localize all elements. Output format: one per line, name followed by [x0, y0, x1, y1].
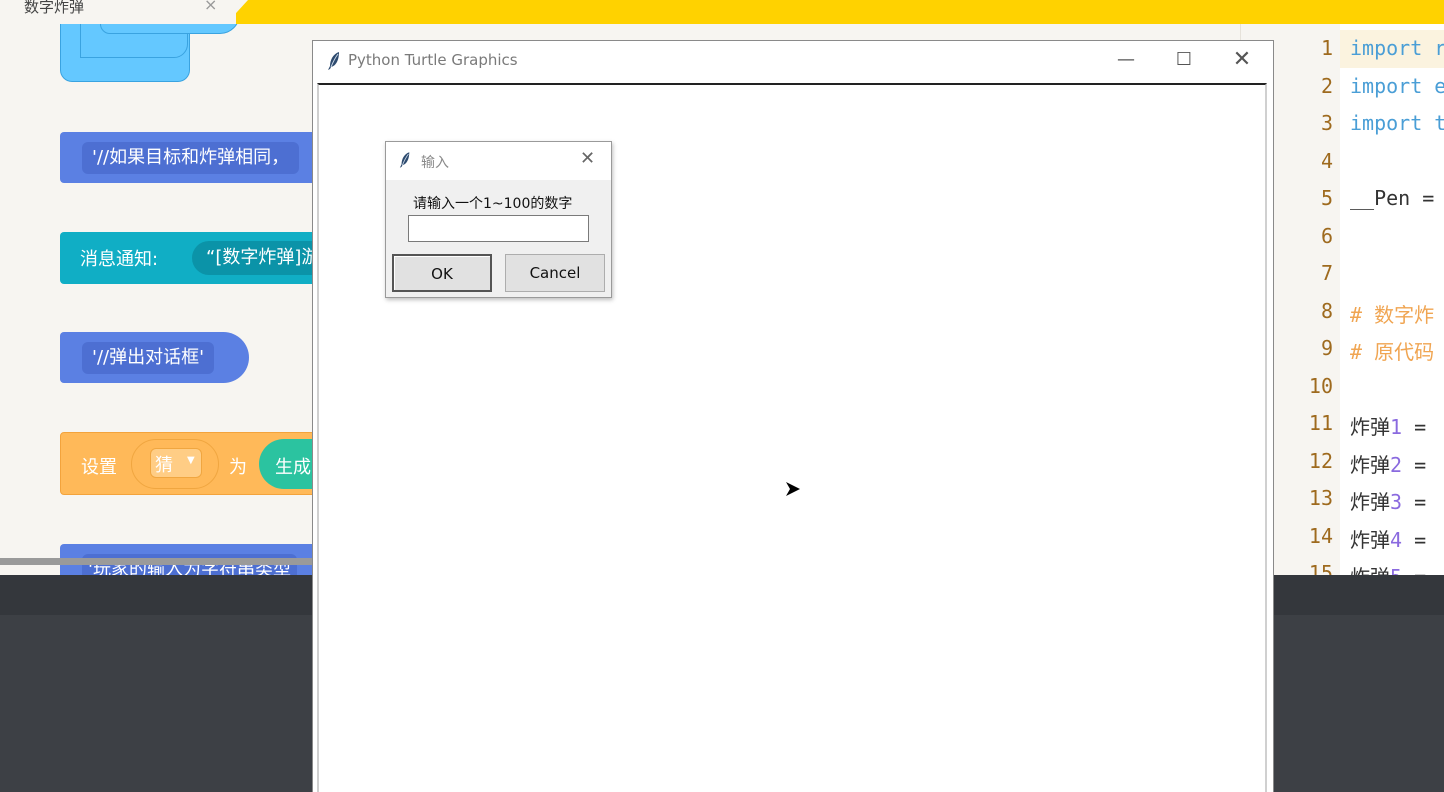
to-label: 为 [229, 457, 247, 478]
tab-close-icon[interactable]: × [204, 0, 217, 14]
screen: 数字炸弹 × '//如果目标和炸弹相同， 消息通知: “[数字炸弹]游 '//弹… [0, 0, 1444, 792]
code-line[interactable]: 炸弹1 = [1350, 411, 1426, 440]
code-line[interactable]: 炸弹2 = [1350, 449, 1426, 478]
code-line[interactable]: import r [1350, 36, 1444, 60]
code-line[interactable]: 炸弹4 = [1350, 524, 1426, 553]
code-line[interactable]: import t [1350, 111, 1444, 135]
variable-dropdown[interactable]: 猜 ▼ [150, 448, 202, 478]
code-line[interactable]: 炸弹3 = [1350, 486, 1426, 515]
set-label: 设置 [81, 457, 117, 478]
notify-block[interactable]: 消息通知: “[数字炸弹]游 [60, 232, 340, 284]
ok-button[interactable]: OK [392, 254, 492, 292]
comment-block-target[interactable]: '//如果目标和炸弹相同， [60, 132, 340, 183]
tab-digit-bomb[interactable]: 数字炸弹 × [0, 0, 236, 24]
input-dialog-title: 输入 [421, 155, 449, 171]
input-prompt: 请输入一个1~100的数字 [413, 196, 573, 212]
feather-icon [328, 52, 339, 70]
variable-name: 猜 [155, 455, 173, 476]
maximize-icon[interactable]: ☐ [1161, 45, 1207, 75]
loop-block-inner[interactable] [100, 24, 240, 34]
generate-label: 生成 [275, 457, 311, 478]
dropdown-arrow-icon: ▼ [187, 455, 195, 466]
code-line[interactable]: 炸弹5 = [1350, 561, 1426, 576]
feather-icon [399, 152, 410, 168]
tab-strip: 数字炸弹 × [0, 0, 1444, 24]
comment-text[interactable]: '//弹出对话框' [82, 342, 215, 374]
minimize-icon[interactable]: — [1103, 45, 1149, 75]
input-dialog[interactable]: 输入 ✕ 请输入一个1~100的数字 OK Cancel [385, 141, 612, 298]
code-comment[interactable]: # 原代码 [1350, 336, 1434, 365]
code-comment[interactable]: # 数字炸 [1350, 299, 1434, 328]
turtle-window-titlebar[interactable]: Python Turtle Graphics — ☐ ✕ [313, 41, 1273, 79]
cancel-button[interactable]: Cancel [505, 254, 605, 292]
input-dialog-titlebar[interactable]: 输入 ✕ [386, 142, 611, 180]
close-icon[interactable]: ✕ [580, 148, 595, 169]
comment-block-dialog[interactable]: '//弹出对话框' [60, 332, 249, 383]
set-variable-block[interactable]: 设置 猜 ▼ 为 生成 [60, 432, 349, 495]
comment-text[interactable]: '//如果目标和炸弹相同， [82, 142, 300, 174]
turtle-arrow-icon [786, 482, 800, 496]
workspace-scrollbar[interactable] [0, 558, 320, 565]
code-line[interactable]: __Pen = [1350, 186, 1434, 210]
turtle-window-title: Python Turtle Graphics [348, 51, 518, 69]
close-icon[interactable]: ✕ [1219, 45, 1265, 75]
tab-notch [226, 0, 248, 24]
number-input[interactable] [408, 215, 589, 242]
variable-slot: 猜 ▼ [131, 439, 219, 489]
tab-title: 数字炸弹 [24, 0, 85, 16]
code-line[interactable]: import e [1350, 74, 1444, 98]
notify-label: 消息通知: [80, 249, 159, 270]
